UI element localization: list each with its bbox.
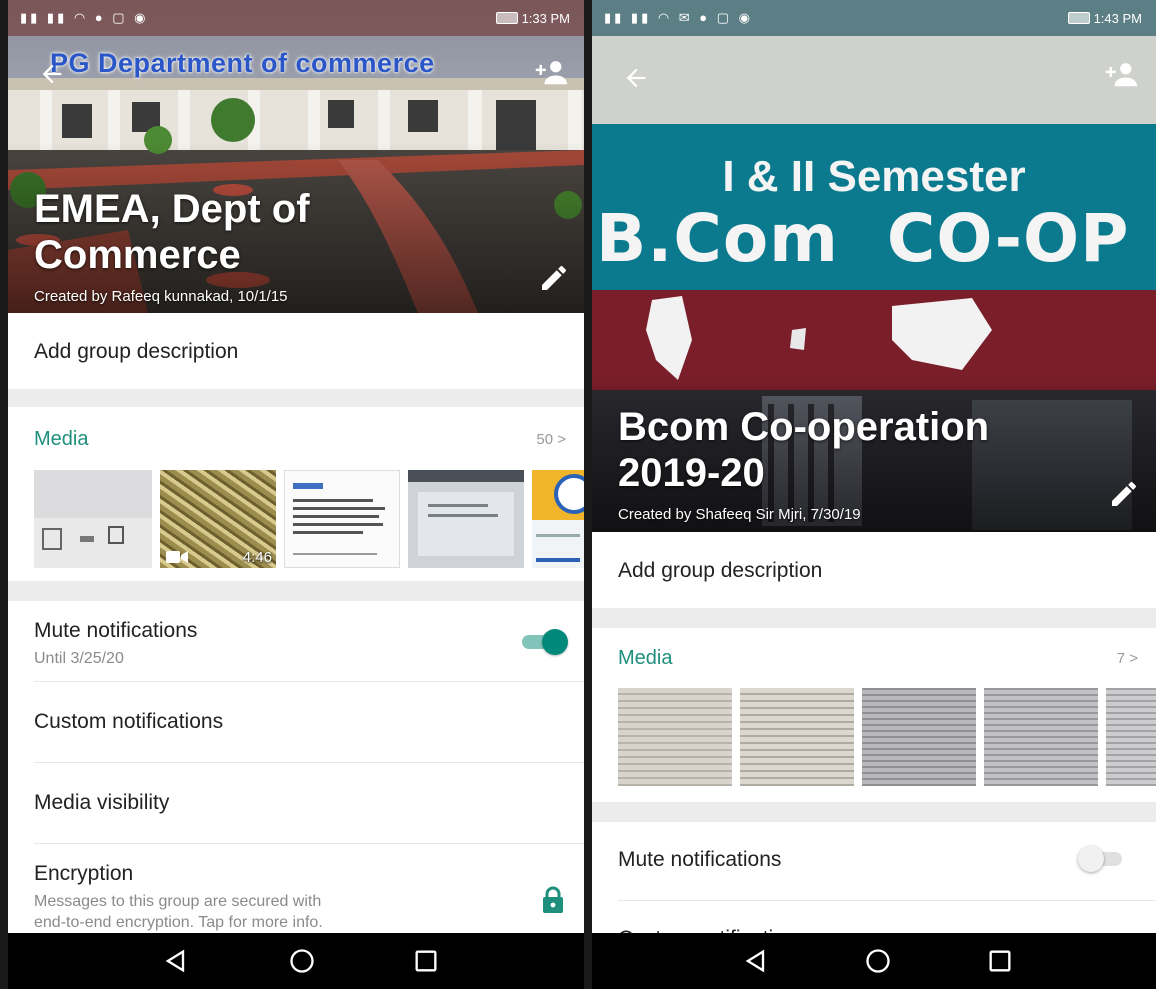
mute-notifications-title: Mute notifications [618,848,782,871]
group-header-right: I & II Semester B.Com CO-OP ▮▮ ▮▮ ◠ ✉ ● … [592,0,1156,532]
media-count-link[interactable]: 50 > [536,431,566,448]
nav-back-icon[interactable] [162,947,190,975]
status-icons: ▮▮ ▮▮ ◠ ✉ ● ▢ ◉ [604,10,753,25]
add-participant-icon[interactable] [534,58,570,88]
mute-notifications-title: Mute notifications [34,619,198,642]
mute-notifications-subtitle: Until 3/25/20 [34,650,124,667]
system-navigation-bar [592,933,1156,989]
encryption-description-line2: end-to-end encryption. Tap for more info… [34,914,323,931]
section-separator [592,802,1156,822]
created-by-text: Created by Rafeeq kunnakad, 10/1/15 [34,288,288,305]
created-by-text: Created by Shafeeq Sir Mjri, 7/30/19 [618,506,861,523]
media-thumbnail[interactable] [862,688,976,786]
nav-home-icon[interactable] [288,947,316,975]
add-group-description-row[interactable]: Add group description [592,532,1156,608]
media-thumbnail[interactable] [284,470,400,568]
sign-text-line2: B.Com CO-OP [596,200,1130,277]
section-separator [592,608,1156,628]
media-thumbnail-video[interactable]: 4:46 [160,470,276,568]
banner-text: PG Department of commerce [50,48,435,78]
status-bar: ▮▮ ▮▮ ◠ ✉ ● ▢ ◉ 1:43 PM [592,0,1156,38]
custom-notifications-title: Custom notifications [34,710,224,733]
media-section: Media 7 > [592,628,1156,802]
status-bar: ▮▮ ▮▮ ◠ ● ▢ ◉ 1:33 PM [8,0,584,38]
status-time: 1:43 PM [1093,11,1142,26]
mute-toggle[interactable] [1076,846,1128,872]
nav-back-icon[interactable] [742,947,770,975]
left-screenshot: ▮▮ ▮▮ ◠ ● ▢ ◉ 1:33 PM PG Department of c… [8,0,584,989]
media-label: Media [34,428,89,450]
video-camera-icon [166,551,188,563]
right-screenshot: I & II Semester B.Com CO-OP ▮▮ ▮▮ ◠ ✉ ● … [592,0,1156,989]
media-visibility-title: Media visibility [34,791,170,814]
section-separator [8,581,584,601]
media-label: Media [618,647,673,669]
group-header-left: ▮▮ ▮▮ ◠ ● ▢ ◉ 1:33 PM PG Department of c… [8,0,584,313]
nav-recent-apps-icon[interactable] [986,947,1014,975]
add-participant-icon[interactable] [1104,60,1140,90]
mute-toggle[interactable] [518,629,570,655]
edit-pencil-icon[interactable] [538,262,570,294]
sign-text-line1: I & II Semester [722,152,1026,201]
status-time: 1:33 PM [521,11,570,26]
media-visibility-row[interactable]: Media visibility [8,763,584,843]
video-duration: 4:46 [242,549,272,566]
battery-icon [495,12,518,24]
edit-pencil-icon[interactable] [1108,478,1140,510]
group-name: Bcom Co-operation 2019-20 [618,405,990,495]
media-thumbnail[interactable] [34,470,152,568]
media-thumbnail[interactable] [532,470,584,568]
mute-notifications-row[interactable]: Mute notifications [592,822,1156,900]
media-thumbnail[interactable] [618,688,732,786]
media-thumbnail[interactable] [740,688,854,786]
nav-home-icon[interactable] [864,947,892,975]
media-thumbnail[interactable] [984,688,1098,786]
encryption-description-line1: Messages to this group are secured with [34,893,322,910]
media-count-link[interactable]: 7 > [1117,650,1138,667]
section-separator [8,389,584,407]
add-group-description: Add group description [618,559,823,582]
media-thumbnail[interactable] [1106,688,1156,786]
back-arrow-icon[interactable] [622,64,650,92]
media-thumbnail[interactable] [408,470,524,568]
group-name: EMEA, Dept of Commerce [34,187,310,277]
status-icons: ▮▮ ▮▮ ◠ ● ▢ ◉ [20,10,149,25]
lock-icon [543,886,563,913]
encryption-title: Encryption [34,862,134,885]
encryption-row[interactable]: Encryption Messages to this group are se… [8,844,584,934]
battery-icon [1067,12,1090,24]
back-arrow-icon[interactable] [38,60,66,88]
mute-notifications-row[interactable]: Mute notifications Until 3/25/20 [8,601,584,681]
media-section: Media 50 > 4:46 [8,407,584,581]
system-navigation-bar [8,933,584,989]
add-group-description-row[interactable]: Add group description [8,313,584,389]
custom-notifications-row[interactable]: Custom notifications [8,682,584,762]
add-group-description: Add group description [34,340,239,363]
nav-recent-apps-icon[interactable] [412,947,440,975]
